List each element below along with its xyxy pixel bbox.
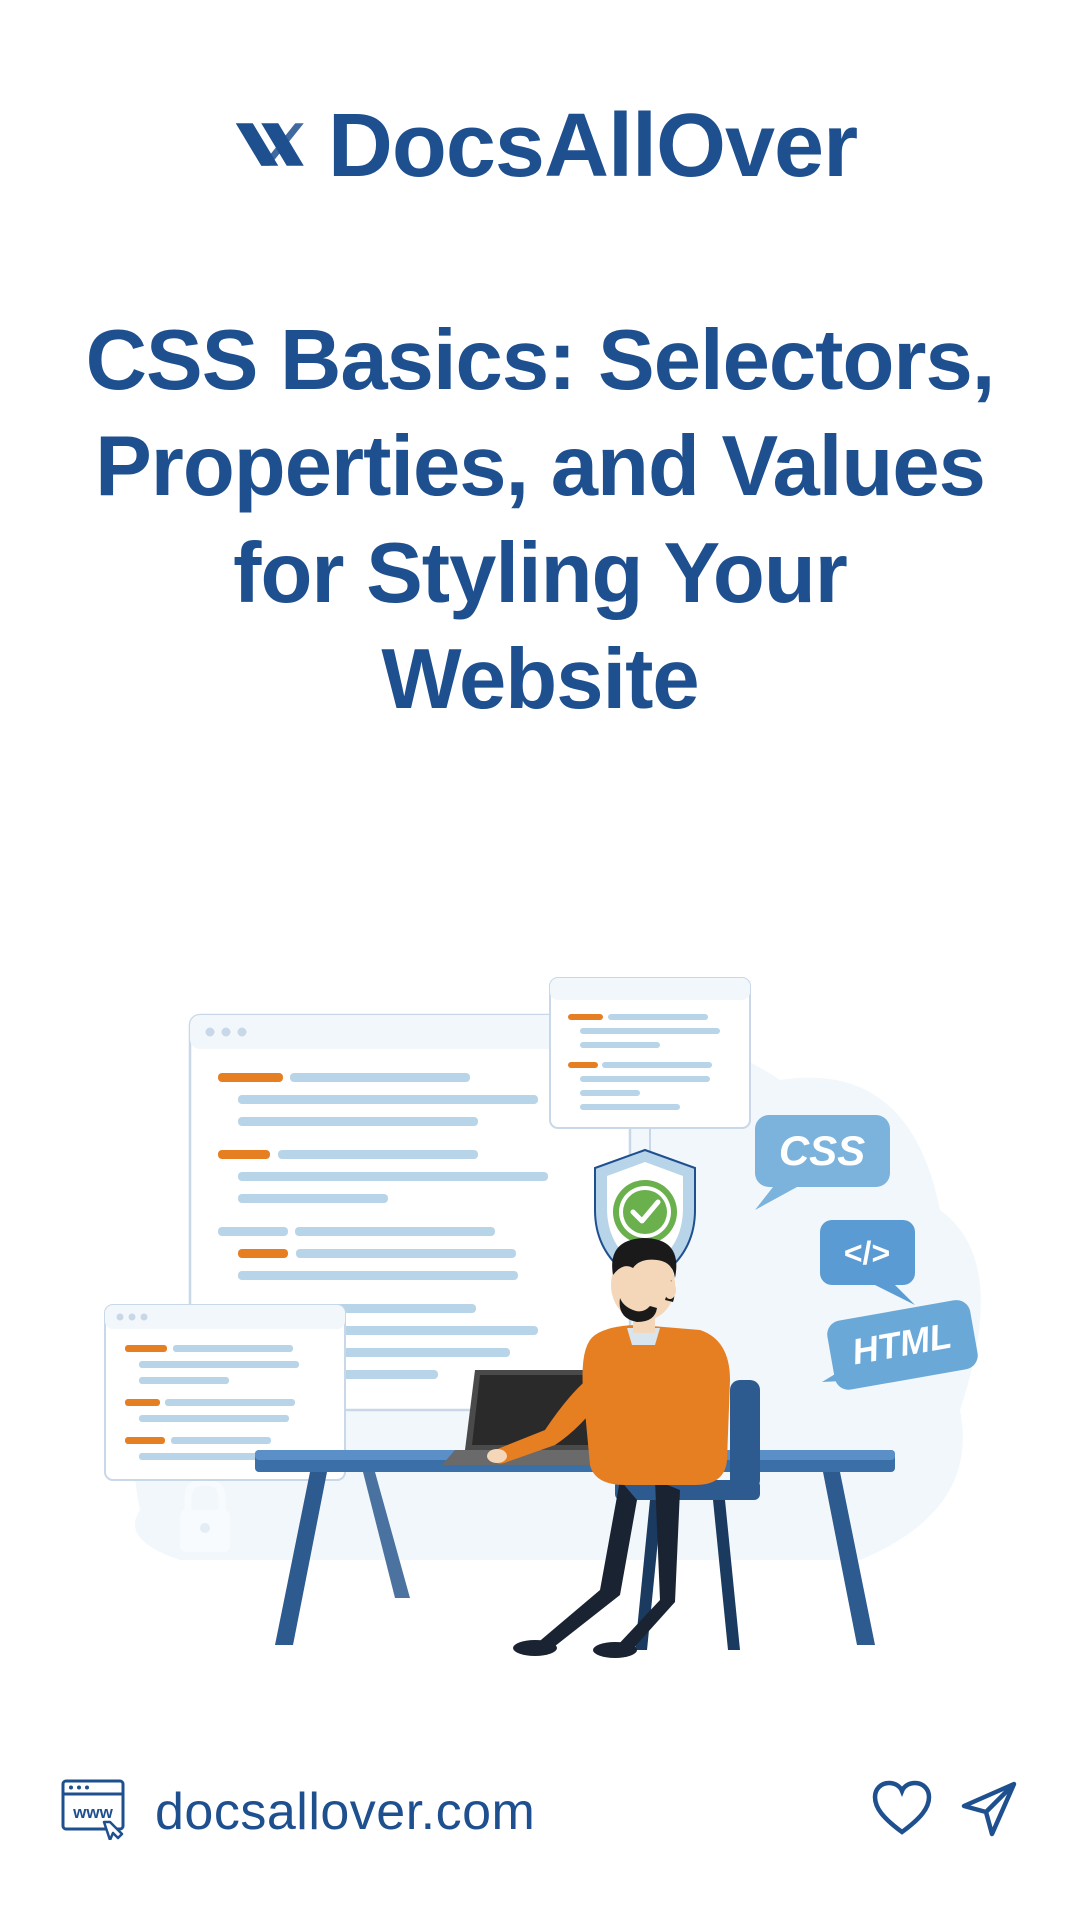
- send-icon[interactable]: [958, 1778, 1020, 1845]
- website-url[interactable]: docsallover.com: [155, 1782, 535, 1842]
- svg-text:</>: </>: [844, 1235, 890, 1271]
- svg-text:www: www: [72, 1803, 113, 1822]
- page-title: CSS Basics: Selectors, Properties, and V…: [0, 308, 1080, 733]
- footer-left: www docsallover.com: [60, 1778, 535, 1845]
- website-icon: www: [60, 1778, 130, 1845]
- brand-name: DocsAllOver: [328, 95, 857, 198]
- footer: www docsallover.com: [0, 1778, 1080, 1845]
- svg-text:CSS: CSS: [779, 1127, 865, 1174]
- footer-right: [871, 1778, 1020, 1845]
- heart-icon[interactable]: [871, 1778, 933, 1845]
- header: DocsAllOver: [0, 0, 1080, 198]
- hero-illustration: CSS </> HTML: [60, 960, 1020, 1680]
- logo-icon: [223, 102, 308, 192]
